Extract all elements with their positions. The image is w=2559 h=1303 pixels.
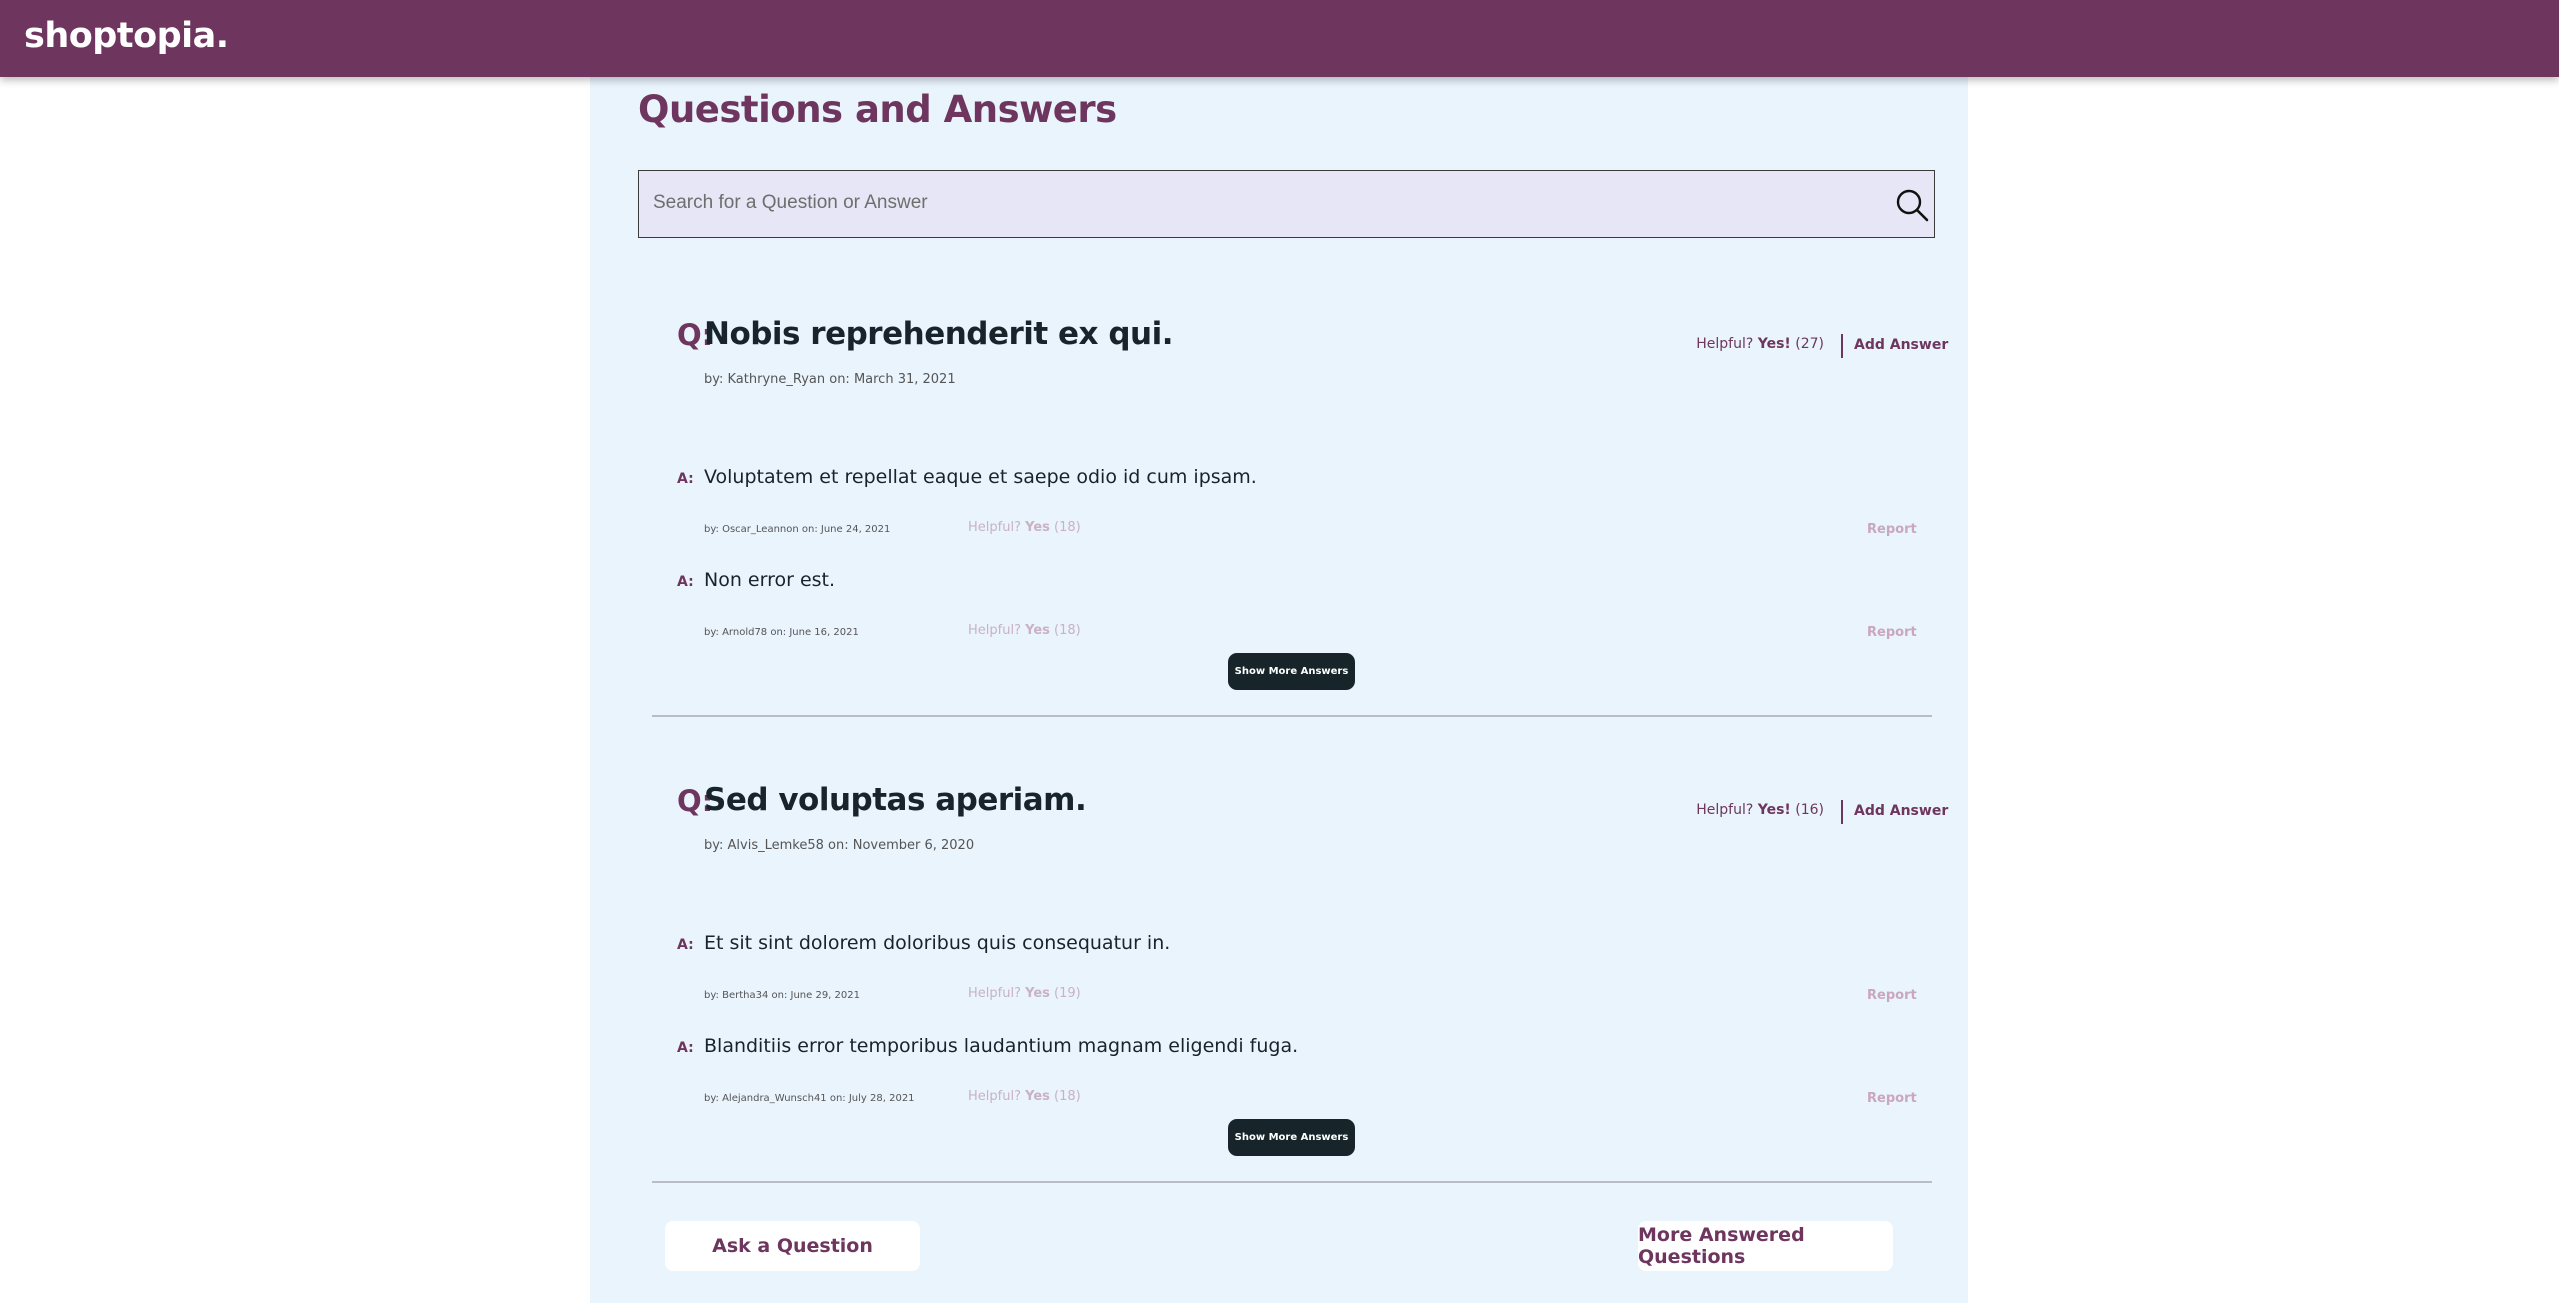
report-button[interactable]: Report xyxy=(1867,988,1917,1003)
helpful-yes-button[interactable]: Yes xyxy=(1025,986,1050,1001)
divider xyxy=(1841,800,1843,824)
answer-prefix: A: xyxy=(677,937,694,953)
question-author-date: by: Alvis_Lemke58 on: November 6, 2020 xyxy=(704,838,975,853)
brand-logo[interactable]: shoptopia. xyxy=(24,16,229,56)
helpful-count: (16) xyxy=(1795,802,1824,818)
add-answer-button[interactable]: Add Answer xyxy=(1854,803,1948,819)
answer-author-date: by: Alejandra_Wunsch41 on: July 28, 2021 xyxy=(704,1093,915,1104)
helpful-count: (18) xyxy=(1054,520,1081,535)
question-text: Sed voluptas aperiam. xyxy=(704,782,1087,818)
helpful-label: Helpful? xyxy=(968,1089,1021,1104)
answer-helpful: Helpful? Yes (19) xyxy=(968,986,1081,1001)
helpful-count: (18) xyxy=(1054,1089,1081,1104)
helpful-yes-button[interactable]: Yes xyxy=(1025,1089,1050,1104)
helpful-yes-button[interactable]: Yes! xyxy=(1758,802,1791,818)
top-navigation-bar: shoptopia. xyxy=(0,0,2559,77)
report-button[interactable]: Report xyxy=(1867,625,1917,640)
show-more-answers-button[interactable]: Show More Answers xyxy=(1228,1119,1355,1156)
answer-author-date: by: Oscar_Leannon on: June 24, 2021 xyxy=(704,524,891,535)
helpful-label: Helpful? xyxy=(968,986,1021,1001)
divider xyxy=(1841,334,1843,358)
helpful-label: Helpful? xyxy=(968,623,1021,638)
show-more-answers-button[interactable]: Show More Answers xyxy=(1228,653,1355,690)
page-title: Questions and Answers xyxy=(638,88,1117,131)
question-separator xyxy=(652,715,1932,717)
helpful-yes-button[interactable]: Yes! xyxy=(1758,336,1791,352)
answer-text: Blanditiis error temporibus laudantium m… xyxy=(704,1035,1299,1057)
answer-text: Non error est. xyxy=(704,569,836,591)
helpful-yes-button[interactable]: Yes xyxy=(1025,623,1050,638)
answer-prefix: A: xyxy=(677,574,694,590)
answer-text: Voluptatem et repellat eaque et saepe od… xyxy=(704,466,1257,488)
answer-author-date: by: Bertha34 on: June 29, 2021 xyxy=(704,990,860,1001)
report-button[interactable]: Report xyxy=(1867,522,1917,537)
add-answer-button[interactable]: Add Answer xyxy=(1854,337,1948,353)
search-icon[interactable] xyxy=(1895,188,1929,222)
answer-prefix: A: xyxy=(677,471,694,487)
answer-helpful: Helpful? Yes (18) xyxy=(968,623,1081,638)
more-answered-questions-button[interactable]: More Answered Questions xyxy=(1638,1221,1893,1271)
answer-helpful: Helpful? Yes (18) xyxy=(968,1089,1081,1104)
helpful-count: (18) xyxy=(1054,623,1081,638)
helpful-label: Helpful? xyxy=(968,520,1021,535)
question-helpful: Helpful? Yes! (16) xyxy=(1696,802,1824,818)
answer-text: Et sit sint dolorem doloribus quis conse… xyxy=(704,932,1171,954)
helpful-yes-button[interactable]: Yes xyxy=(1025,520,1050,535)
search-bar[interactable] xyxy=(638,170,1935,238)
helpful-count: (27) xyxy=(1795,336,1824,352)
report-button[interactable]: Report xyxy=(1867,1091,1917,1106)
answer-author-date: by: Arnold78 on: June 16, 2021 xyxy=(704,627,859,638)
helpful-label: Helpful? xyxy=(1696,336,1754,352)
answer-helpful: Helpful? Yes (18) xyxy=(968,520,1081,535)
question-text: Nobis reprehenderit ex qui. xyxy=(704,316,1174,352)
ask-question-button[interactable]: Ask a Question xyxy=(665,1221,920,1271)
helpful-count: (19) xyxy=(1054,986,1081,1001)
helpful-label: Helpful? xyxy=(1696,802,1754,818)
question-separator xyxy=(652,1181,1932,1183)
question-author-date: by: Kathryne_Ryan on: March 31, 2021 xyxy=(704,372,956,387)
search-input[interactable] xyxy=(653,171,1873,235)
question-helpful: Helpful? Yes! (27) xyxy=(1696,336,1824,352)
answer-prefix: A: xyxy=(677,1040,694,1056)
